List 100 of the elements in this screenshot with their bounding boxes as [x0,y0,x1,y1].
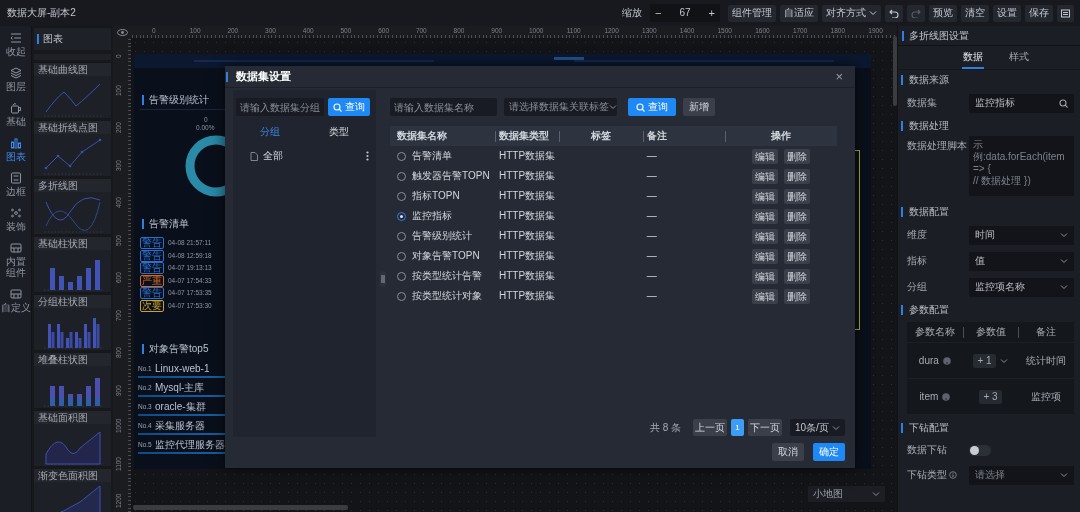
search-icon [1059,98,1068,108]
sidebar-item[interactable]: 图表 [5,137,26,163]
splitter-handle[interactable] [380,270,386,287]
eye-icon[interactable] [116,28,128,36]
chart-card[interactable]: 分组柱状图 [34,295,111,350]
chevron-down-icon [1060,257,1068,265]
search-button[interactable]: 查询 [328,98,370,116]
dataset-field[interactable]: 监控指标 [969,93,1074,113]
toolbar-button[interactable]: 自适应 [780,4,818,22]
toolbar-button[interactable]: 组件管理 [728,4,776,22]
action-button[interactable]: 删除 [784,148,811,164]
select-field[interactable]: 值 [969,251,1074,271]
toolbar-button[interactable]: 清空 [961,4,989,22]
field-label: 分组 [907,281,928,293]
chevron-down-icon [872,490,880,498]
section-title: 数据来源 [909,74,949,86]
tab[interactable]: 数据 [962,46,984,69]
value-tag[interactable]: + 1 [973,353,996,368]
minimap-dropdown[interactable]: 小地图 [808,486,885,502]
zoom-in-button[interactable]: + [706,7,717,19]
toolbar-button[interactable]: 保存 [1025,4,1053,22]
menu-icon [9,32,22,44]
chart-card-title: 基础折线点图 [34,121,111,134]
table-cell: 告警清单 [412,150,452,161]
table-cell: HTTP数据集 [499,230,556,241]
sidebar-item[interactable]: 收起 [5,32,26,58]
sidebar-item[interactable]: 内置组件 [5,242,26,279]
action-button[interactable]: 编辑 [752,148,779,164]
chart-card[interactable]: 多折线图 [34,179,111,234]
panel-title: 多折线图设置 [909,29,969,42]
chart-card[interactable]: 渐变色面积图 [34,469,111,512]
action-button[interactable]: 编辑 [752,208,779,224]
tab[interactable]: 样式 [1008,46,1030,69]
chart-card[interactable]: 基础曲线图 [34,63,111,118]
cup-icon [9,102,22,114]
panel-title: 对象告警top5 [149,343,209,355]
action-button[interactable]: 删除 [784,248,811,264]
chart-card-title: 基础面积图 [34,411,111,424]
action-button[interactable]: 删除 [784,168,811,184]
sidebar-item[interactable]: 装饰 [5,207,26,233]
select-field[interactable]: 请选择 [969,465,1074,485]
toggle-switch[interactable] [969,444,991,456]
align-dropdown[interactable]: 对齐方式 [822,4,881,22]
action-button[interactable]: 编辑 [752,248,779,264]
action-button[interactable]: 编辑 [752,288,779,304]
table-cell: HTTP数据集 [499,250,556,261]
action-button[interactable]: 删除 [784,288,811,304]
sidebar-item[interactable]: 边框 [5,172,26,198]
confirm-button[interactable]: 确定 [813,443,845,461]
action-button[interactable]: 删除 [784,268,811,284]
close-button[interactable]: × [833,70,845,83]
layers-icon [9,67,22,79]
chevron-down-icon [609,103,617,111]
action-button[interactable]: 删除 [784,208,811,224]
undo-button[interactable] [885,4,903,22]
previous-page-button[interactable]: 上一页 [693,419,727,436]
chart-card[interactable]: 基础柱状图 [34,237,111,292]
action-button[interactable]: 编辑 [752,228,779,244]
panel-title: 告警清单 [149,218,189,230]
alarm-tag: 警告 [140,237,164,249]
next-page-button[interactable]: 下一页 [748,419,782,436]
action-button[interactable]: 编辑 [752,268,779,284]
more-icon[interactable] [366,151,369,161]
toolbar-button[interactable]: 设置 [993,4,1021,22]
action-button[interactable]: 删除 [784,188,811,204]
tree-item[interactable]: 全部 [263,150,361,162]
bar-chart-icon [9,137,22,149]
dataset-search-field[interactable]: 请输入数据集名称 [390,98,497,116]
scrollbar[interactable] [133,505,348,510]
chart-card[interactable]: 堆叠柱状图 [34,353,111,408]
chart-card[interactable]: 基础面积图 [34,411,111,466]
menu-button[interactable] [1057,4,1074,22]
sidebar-item[interactable]: 图层 [5,67,26,93]
select-field[interactable]: 监控项名称 [969,277,1074,297]
tag-select[interactable]: 请选择数据集关联标签 [504,98,617,116]
add-button[interactable]: 新增 [683,98,715,116]
parameter-note: 监控项 [1031,390,1062,403]
chart-card[interactable]: 基础折线点图 [34,121,111,176]
toolbar-button[interactable]: 预览 [929,4,957,22]
zoom-out-button[interactable]: − [653,7,664,19]
page-size-select[interactable]: 10条/页 [790,419,845,436]
dialog-title: 数据集设置 [236,69,291,84]
tab[interactable]: 分组 [258,124,283,140]
action-button[interactable]: 编辑 [752,188,779,204]
search-button[interactable]: 查询 [628,98,676,116]
table-cell: — [646,170,657,181]
action-button[interactable]: 删除 [784,228,811,244]
sidebar-item[interactable]: 基础 [5,102,26,128]
cancel-button[interactable]: 取消 [772,443,804,461]
value-tag[interactable]: + 3 [979,389,1002,404]
group-search-field[interactable]: 请输入数据集分组 [236,98,324,116]
script-field[interactable]: 示例:data.forEach(item => { // 数据处理 }) [969,136,1074,196]
sidebar-item[interactable]: 自定义 [0,288,31,314]
field-label: 指标 [907,255,928,267]
zoom-value-field[interactable]: 67 [679,7,691,19]
select-field[interactable]: 时间 [969,225,1074,245]
tab[interactable]: 类型 [326,124,351,140]
object-name: Linux-web-1 [155,363,210,375]
table-cell: 对象告警TOPN [412,250,480,261]
action-button[interactable]: 编辑 [752,168,779,184]
